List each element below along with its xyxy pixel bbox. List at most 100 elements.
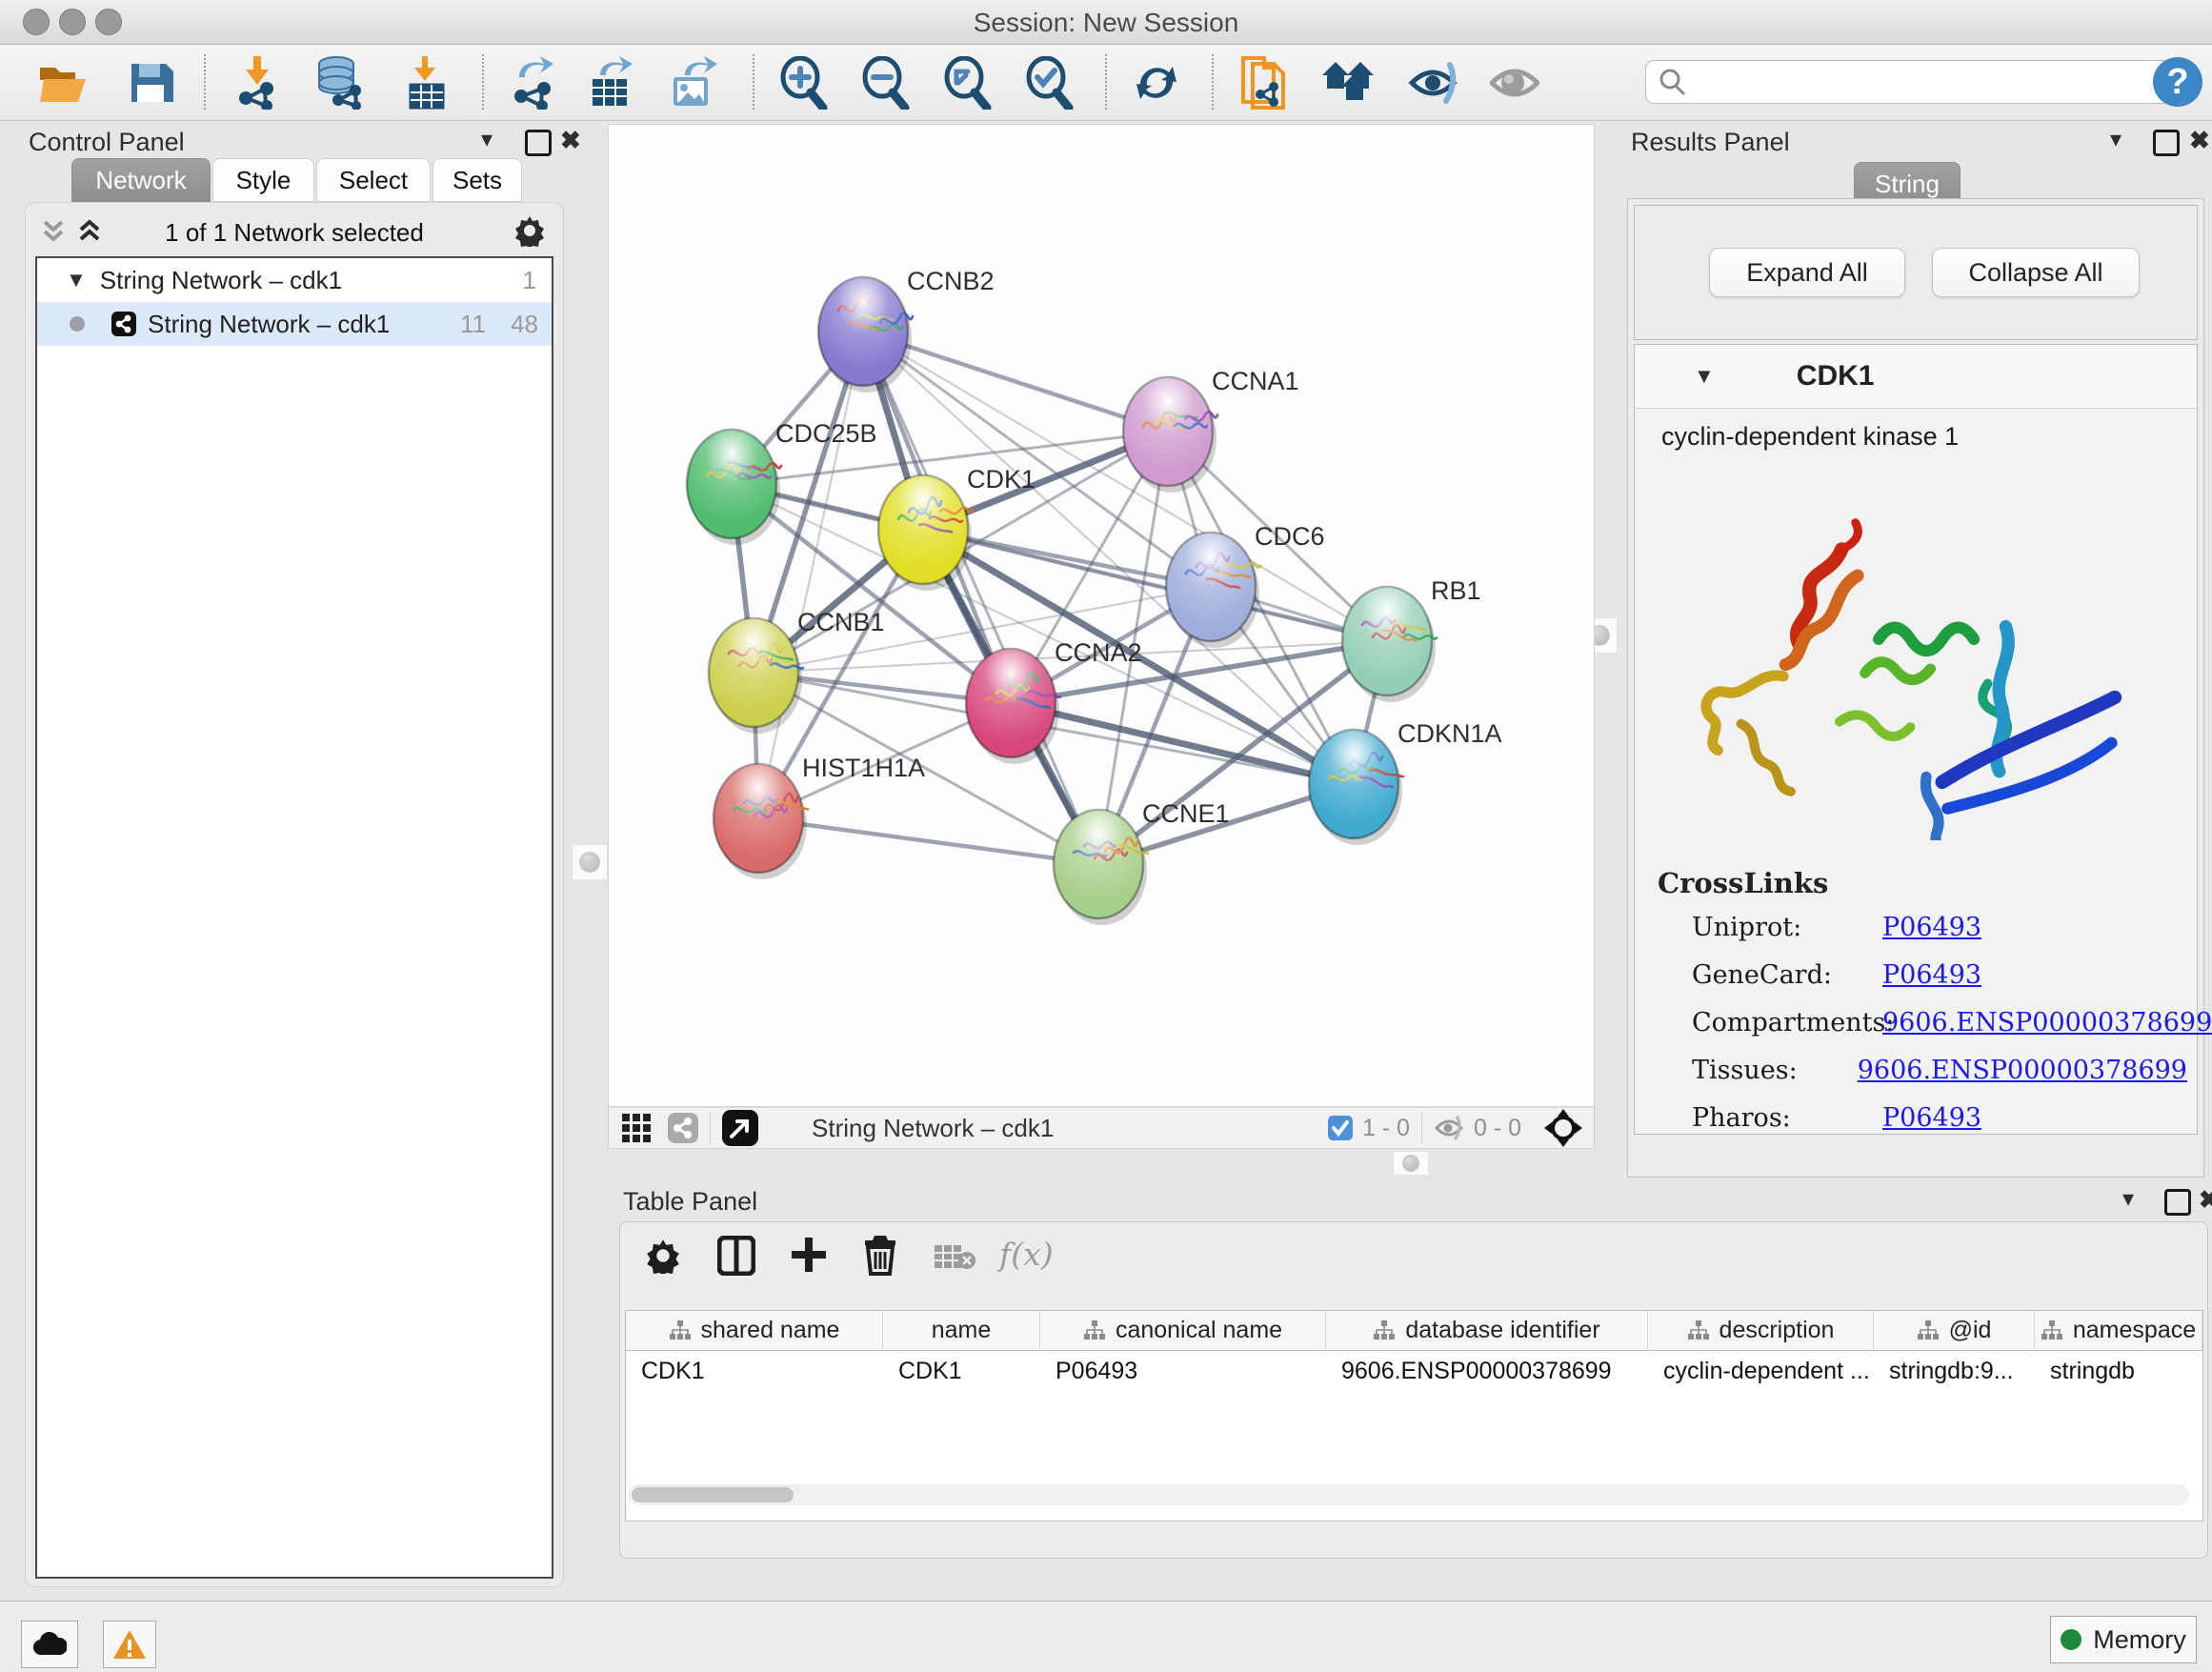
tab-select[interactable]: Select (316, 158, 431, 202)
network-options-gear-icon[interactable] (513, 214, 546, 247)
import-network-database-icon[interactable] (312, 56, 366, 110)
column-header[interactable]: @id (1874, 1311, 2035, 1351)
network-view-canvas[interactable]: CCNB2CCNA1CDC25BCDK1CDC6RB1CCNB1CCNA2CDK… (608, 124, 1595, 1107)
network-status-dot (70, 316, 85, 332)
gene-section-header[interactable]: ▼ CDK1 (1635, 345, 2197, 409)
hidden-eye-icon[interactable] (1434, 1115, 1464, 1141)
import-table-icon[interactable] (398, 56, 452, 110)
zoom-fit-icon[interactable] (941, 56, 995, 110)
delete-column-trash-icon[interactable] (862, 1234, 898, 1276)
table-panel-menu-icon[interactable]: ▾ (2122, 1185, 2134, 1213)
table-row[interactable]: CDK1 CDK1 P06493 9606.ENSP00000378699 cy… (626, 1351, 2202, 1391)
grid-view-icon[interactable] (622, 1114, 651, 1142)
status-bar: Memory (0, 1601, 2212, 1672)
string-network-graph[interactable]: CCNB2CCNA1CDC25BCDK1CDC6RB1CCNB1CCNA2CDK… (609, 125, 1594, 1106)
delete-table-icon[interactable] (935, 1243, 976, 1272)
import-network-file-icon[interactable] (231, 56, 284, 110)
network-node-cdkn1a[interactable] (1309, 730, 1403, 845)
show-graphics-details-icon[interactable] (1488, 56, 1541, 110)
memory-button[interactable]: Memory (2050, 1616, 2197, 1663)
network-node-cdk1[interactable] (878, 475, 973, 591)
scrollbar-thumb[interactable] (632, 1487, 794, 1502)
zoom-out-icon[interactable] (859, 56, 913, 110)
network-node-rb1[interactable] (1342, 587, 1437, 702)
show-columns-icon[interactable] (717, 1236, 755, 1276)
network-node-cdc25b[interactable] (687, 430, 781, 545)
network-node-ccne1[interactable] (1054, 810, 1148, 925)
column-header[interactable]: shared name (626, 1311, 883, 1351)
crosslink-link[interactable]: P06493 (1882, 1103, 1981, 1133)
footer-separator (710, 1112, 711, 1144)
string-home-icon[interactable] (1322, 56, 1376, 110)
control-panel-menu-icon[interactable]: ▾ (481, 126, 493, 153)
gene-collapse-icon[interactable]: ▼ (1694, 364, 1715, 389)
toolbar-separator (482, 54, 484, 110)
table-panel-close-icon[interactable]: ✖ (2199, 1185, 2212, 1215)
crosslink-link[interactable]: 9606.ENSP00000378699 (1882, 1008, 2212, 1037)
crosslink-link[interactable]: 9606.ENSP00000378699 (1858, 1056, 2187, 1085)
control-panel-close-icon[interactable]: ✖ (560, 126, 581, 155)
expand-all-button[interactable]: Expand All (1709, 248, 1905, 297)
cloud-status-button[interactable] (21, 1621, 78, 1668)
network-collection-row[interactable]: ▼ String Network – cdk1 1 (37, 258, 552, 302)
string-view-icon[interactable] (668, 1113, 698, 1143)
results-panel-menu-icon[interactable]: ▾ (2110, 126, 2122, 153)
selected-checkbox-icon[interactable] (1328, 1116, 1353, 1140)
table-header-row: shared name name canonical name database… (626, 1311, 2202, 1351)
tab-style[interactable]: Style (212, 158, 314, 202)
column-header[interactable]: namespace (2035, 1311, 2202, 1351)
warning-status-button[interactable] (103, 1621, 156, 1668)
collapse-all-button[interactable]: Collapse All (1932, 248, 2140, 297)
column-header[interactable]: canonical name (1040, 1311, 1326, 1351)
network-node-cdc6[interactable] (1166, 533, 1260, 648)
zoom-selected-icon[interactable] (1023, 56, 1076, 110)
left-splitter-handle[interactable] (572, 844, 608, 880)
node-label-cdc25b: CDC25B (775, 419, 877, 448)
network-node-ccna2[interactable] (966, 649, 1060, 764)
help-button[interactable]: ? (2153, 57, 2202, 107)
network-view-title: String Network – cdk1 (812, 1114, 1054, 1143)
network-node-ccnb1[interactable] (709, 618, 803, 734)
results-panel-close-icon[interactable]: ✖ (2189, 126, 2210, 155)
table-panel-float-icon[interactable] (2164, 1189, 2191, 1216)
table-options-gear-icon[interactable] (645, 1238, 681, 1274)
network-node-ccnb2[interactable] (818, 277, 913, 393)
bottom-splitter-handle[interactable] (1393, 1151, 1429, 1176)
table-panel: Table Panel ▾ ✖ f(x) shared name name ca… (610, 1179, 2212, 1601)
network-row[interactable]: String Network – cdk1 11 48 (37, 302, 552, 346)
control-panel-title: Control Panel (29, 128, 185, 157)
detach-view-icon[interactable] (722, 1110, 758, 1146)
memory-status-dot (2061, 1629, 2081, 1650)
crosslink-link[interactable]: P06493 (1882, 960, 1981, 990)
zoom-in-icon[interactable] (777, 56, 831, 110)
save-session-icon[interactable] (124, 56, 177, 110)
network-node-hist1h1a[interactable] (714, 764, 808, 879)
crosslink-link[interactable]: P06493 (1882, 913, 1981, 942)
node-count: 11 (460, 310, 486, 339)
create-column-icon[interactable] (790, 1236, 828, 1276)
protein-structure-image (1673, 459, 2159, 840)
export-table-icon[interactable] (585, 56, 638, 110)
export-image-icon[interactable] (667, 56, 720, 110)
node-label-cdkn1a: CDKN1A (1398, 719, 1502, 748)
export-network-icon[interactable] (507, 56, 560, 110)
network-node-ccna1[interactable] (1123, 377, 1217, 493)
hide-unselected-icon[interactable] (1408, 56, 1461, 110)
results-panel-float-icon[interactable] (2153, 130, 2180, 156)
memory-label: Memory (2093, 1625, 2186, 1655)
apply-layout-icon[interactable] (1130, 56, 1183, 110)
tab-network[interactable]: Network (71, 158, 211, 202)
string-protein-query-icon[interactable] (1237, 56, 1290, 110)
search-input[interactable] (1645, 60, 2186, 104)
birds-eye-view-icon[interactable] (1544, 1109, 1582, 1147)
crosslinks-list: Uniprot:P06493 GeneCard:P06493 Compartme… (1692, 913, 2187, 1133)
column-header[interactable]: description (1648, 1311, 1874, 1351)
control-panel-float-icon[interactable] (525, 130, 552, 156)
open-session-icon[interactable] (36, 56, 90, 110)
tab-sets[interactable]: Sets (432, 158, 522, 202)
table-horizontal-scrollbar[interactable] (628, 1484, 2189, 1505)
tree-expand-icon[interactable]: ▼ (66, 268, 87, 292)
column-header[interactable]: database identifier (1326, 1311, 1648, 1351)
column-header[interactable]: name (883, 1311, 1040, 1351)
function-builder-icon[interactable]: f(x) (999, 1236, 1054, 1273)
